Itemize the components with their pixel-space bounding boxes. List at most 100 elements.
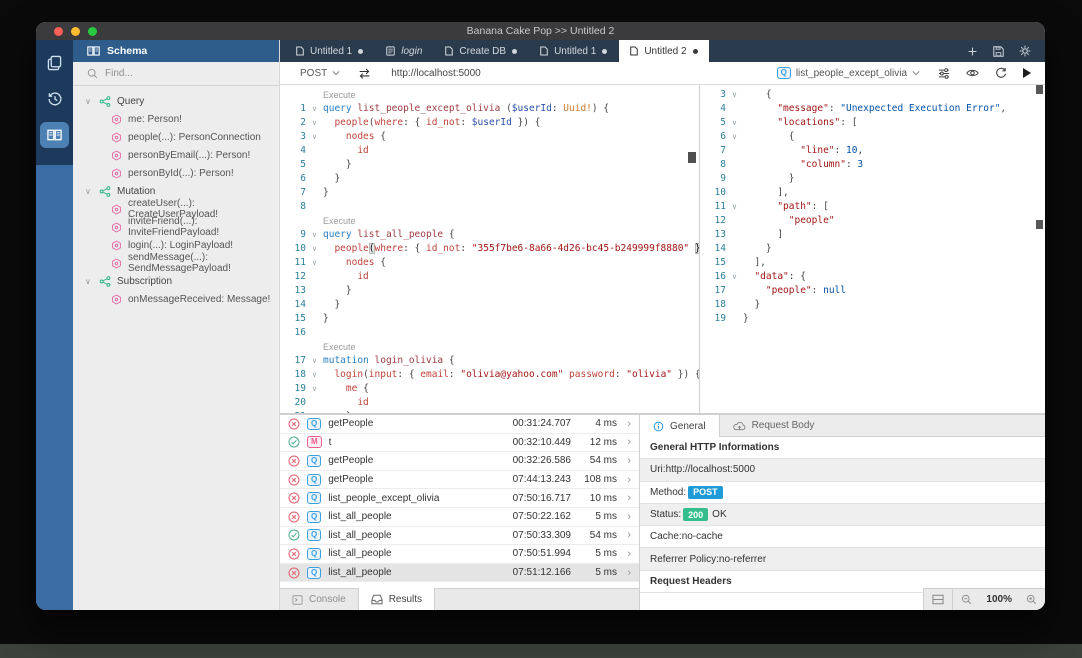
tree-field-label: personByEmail(...): Person! xyxy=(128,150,250,161)
tray-icon xyxy=(371,594,383,605)
code-line: 16 xyxy=(280,326,699,340)
rail-item-schema[interactable] xyxy=(40,122,69,148)
tree-node-subscription[interactable]: ∨Subscription xyxy=(73,272,279,290)
result-row[interactable]: Mt00:32:10.44912 ms› xyxy=(280,434,639,453)
tree-field-label: inviteFriend(...): InviteFriendPayload! xyxy=(128,216,279,238)
code-line: 13 ] xyxy=(700,228,1045,242)
tree-field-label: me: Person! xyxy=(128,114,182,125)
result-row[interactable]: Qlist_people_except_olivia07:50:16.71710… xyxy=(280,489,639,508)
tab-login[interactable]: login xyxy=(375,40,433,62)
tree-field[interactable]: people(...): PersonConnection xyxy=(73,128,279,146)
tree-field[interactable]: onMessageReceived: Message! xyxy=(73,290,279,308)
code-line: 16∨ "data": { xyxy=(700,270,1045,284)
timestamp: 07:50:33.309 xyxy=(493,530,571,541)
code-line: 18∨ login(input: { email: "olivia@yahoo.… xyxy=(280,368,699,382)
schema-search-input[interactable]: Find... xyxy=(73,62,279,86)
tab-untitled-1[interactable]: Untitled 1 xyxy=(285,40,374,62)
refresh-icon[interactable] xyxy=(995,67,1007,79)
code-line: 4 id xyxy=(280,144,699,158)
tab-results[interactable]: Results xyxy=(358,588,435,610)
zoom-out-icon[interactable] xyxy=(953,589,980,610)
chevron-down-icon xyxy=(332,70,340,76)
result-row[interactable]: Qlist_all_people07:50:51.9945 ms› xyxy=(280,545,639,564)
tree-field[interactable]: sendMessage(...): SendMessagePayload! xyxy=(73,254,279,272)
tab-console[interactable]: Console xyxy=(280,589,358,610)
tab-general[interactable]: General xyxy=(640,415,720,437)
field-icon xyxy=(111,258,122,269)
result-row[interactable]: Qlist_all_people07:51:12.1665 ms› xyxy=(280,564,639,583)
info-row: Cache: no-cache xyxy=(640,526,1045,548)
code-lens-line: Execute xyxy=(280,214,699,228)
history-icon xyxy=(47,91,63,107)
swap-direction-icon[interactable] xyxy=(358,68,371,79)
preview-eye-icon[interactable] xyxy=(966,68,979,78)
tab-create-db[interactable]: Create DB xyxy=(434,40,528,62)
tree-field-label: personById(...): Person! xyxy=(128,168,234,179)
response-viewer[interactable]: 3∨ {4 "message": "Unexpected Execution E… xyxy=(700,85,1045,413)
tree-field-label: people(...): PersonConnection xyxy=(128,132,261,143)
info-section-header: General HTTP Informations xyxy=(640,437,1045,459)
rail-item-history[interactable] xyxy=(40,86,69,112)
field-icon xyxy=(111,240,122,251)
info-label: Uri: xyxy=(650,464,666,475)
error-x-circle-icon xyxy=(288,418,300,430)
rail-item-documents[interactable] xyxy=(40,50,69,76)
chevron-right-icon: › xyxy=(617,455,631,467)
execute-code-lens[interactable]: Execute xyxy=(323,342,356,352)
duration: 12 ms xyxy=(571,437,617,448)
result-row[interactable]: Qlist_all_people07:50:22.1625 ms› xyxy=(280,508,639,527)
new-tab-button[interactable] xyxy=(967,46,978,57)
operation-select[interactable]: Q list_people_except_olivia xyxy=(777,67,920,79)
code-line: 19} xyxy=(700,312,1045,326)
info-value: http://localhost:5000 xyxy=(666,464,756,475)
tab-label: Create DB xyxy=(459,46,506,57)
book-icon xyxy=(47,129,62,141)
run-button[interactable] xyxy=(1023,68,1031,78)
code-line: 6 } xyxy=(280,172,699,186)
search-icon xyxy=(87,68,98,79)
timestamp: 00:32:26.586 xyxy=(493,455,571,466)
execute-code-lens[interactable]: Execute xyxy=(323,216,356,226)
error-x-circle-icon xyxy=(288,492,300,504)
result-row[interactable]: Qlist_all_people07:50:33.30954 ms› xyxy=(280,527,639,546)
chevron-down-icon[interactable]: ∨ xyxy=(85,187,93,196)
settings-gear-icon[interactable] xyxy=(1019,45,1031,57)
url-input[interactable]: http://localhost:5000 xyxy=(391,68,481,79)
tree-field[interactable]: inviteFriend(...): InviteFriendPayload! xyxy=(73,218,279,236)
chevron-right-icon: › xyxy=(617,418,631,430)
layout-toggle-icon[interactable] xyxy=(924,589,953,610)
query-editor[interactable]: Execute1∨query list_people_except_olivia… xyxy=(280,85,700,413)
save-button[interactable] xyxy=(993,46,1004,57)
variables-sliders-icon[interactable] xyxy=(938,68,950,79)
success-check-circle-icon xyxy=(288,436,300,448)
document-icon xyxy=(296,46,304,56)
code-line: 6∨ { xyxy=(700,130,1045,144)
chevron-right-icon: › xyxy=(617,511,631,523)
tree-node-query[interactable]: ∨Query xyxy=(73,92,279,110)
zoom-in-icon[interactable] xyxy=(1018,589,1045,610)
field-icon xyxy=(111,114,122,125)
console-icon xyxy=(292,595,303,605)
tree-field[interactable]: me: Person! xyxy=(73,110,279,128)
editor-scrollbar-marker[interactable] xyxy=(688,152,696,163)
duration: 5 ms xyxy=(571,548,617,559)
book-icon xyxy=(87,46,100,56)
tree-field[interactable]: personById(...): Person! xyxy=(73,164,279,182)
tab-request-body[interactable]: Request Body xyxy=(720,415,828,436)
info-label: Status: xyxy=(650,509,681,520)
chevron-down-icon[interactable]: ∨ xyxy=(85,97,93,106)
result-row[interactable]: QgetPeople07:44:13.243108 ms› xyxy=(280,471,639,490)
chevron-down-icon[interactable]: ∨ xyxy=(85,277,93,286)
tab-untitled-1[interactable]: Untitled 1 xyxy=(529,40,618,62)
code-line: 5 } xyxy=(280,158,699,172)
result-row[interactable]: QgetPeople00:31:24.7074 ms› xyxy=(280,415,639,434)
code-line: 10∨ people(where: { id_not: "355f7be6-8a… xyxy=(280,242,699,256)
method-select[interactable]: POST xyxy=(280,68,340,79)
tree-field[interactable]: personByEmail(...): Person! xyxy=(73,146,279,164)
execute-code-lens[interactable]: Execute xyxy=(323,90,356,100)
tab-label: Untitled 2 xyxy=(644,46,686,57)
code-line: 8 xyxy=(280,200,699,214)
tab-untitled-2[interactable]: Untitled 2 xyxy=(619,40,708,62)
result-row[interactable]: QgetPeople00:32:26.58654 ms› xyxy=(280,452,639,471)
search-placeholder: Find... xyxy=(105,68,133,79)
